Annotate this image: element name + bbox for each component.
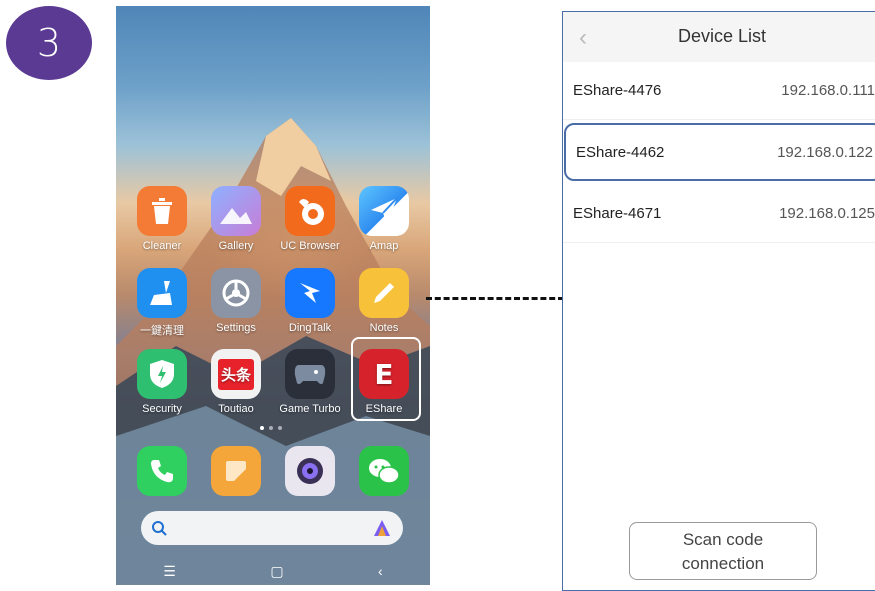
device-list-panel: ‹ Device List EShare-4476 192.168.0.111 …: [562, 11, 875, 591]
app-security[interactable]: Security: [125, 349, 199, 415]
paper-plane-icon: [359, 186, 409, 236]
phone-icon: [137, 446, 187, 496]
dock-wechat[interactable]: [347, 446, 421, 500]
dashed-connector: [426, 297, 564, 300]
dock-phone[interactable]: [125, 446, 199, 500]
page-title: Device List: [677, 26, 767, 46]
phone-home-screen: Cleaner Gallery UC Browser Amap 一鍵清理 Set…: [116, 6, 430, 585]
app-uc-browser[interactable]: UC Browser: [273, 186, 347, 252]
app-notes[interactable]: Notes: [347, 268, 421, 334]
device-ip: 192.168.0.122: [777, 143, 873, 161]
dock-camera[interactable]: [273, 446, 347, 500]
toutiao-icon: 头条: [211, 349, 261, 399]
back-icon[interactable]: ‹: [378, 563, 383, 579]
search-icon: [152, 521, 167, 536]
menu-icon[interactable]: ☰: [163, 563, 176, 580]
app-amap[interactable]: Amap: [347, 186, 421, 252]
trash-icon: [137, 186, 187, 236]
gear-icon: [211, 268, 261, 318]
app-cleaner[interactable]: Cleaner: [125, 186, 199, 252]
gallery-icon: [211, 186, 261, 236]
device-row[interactable]: EShare-4476 192.168.0.111: [563, 62, 875, 120]
squirrel-icon: [285, 186, 335, 236]
dingtalk-icon: [285, 268, 335, 318]
camera-icon: [285, 446, 335, 496]
pencil-icon: [359, 268, 409, 318]
app-toutiao[interactable]: 头条 Toutiao: [199, 349, 273, 415]
search-bar[interactable]: [141, 511, 403, 545]
app-dingtalk[interactable]: DingTalk: [273, 268, 347, 334]
device-ip: 192.168.0.111: [781, 82, 875, 99]
scan-code-connection-button[interactable]: Scan code connection: [629, 522, 817, 580]
assistant-icon: [374, 520, 390, 536]
page-indicator: [260, 426, 282, 430]
device-name: EShare-4462: [576, 143, 665, 161]
notes-icon: [211, 446, 261, 496]
navigation-bar: ☰ ▢ ‹: [116, 557, 430, 585]
broom-icon: [137, 268, 187, 318]
shield-icon: [137, 349, 187, 399]
device-row-selected[interactable]: EShare-4462 192.168.0.122: [564, 123, 875, 181]
eshare-highlight-frame: [351, 337, 421, 421]
device-row[interactable]: EShare-4671 192.168.0.125: [563, 185, 875, 243]
device-name: EShare-4476: [573, 82, 662, 99]
wechat-icon: [359, 446, 409, 496]
app-one-key-clean[interactable]: 一鍵清理: [125, 268, 199, 338]
panel-header: ‹ Device List: [563, 12, 875, 62]
device-name: EShare-4671: [573, 205, 662, 222]
app-gallery[interactable]: Gallery: [199, 186, 273, 252]
step-badge: 3: [6, 6, 92, 80]
gamepad-icon: [285, 349, 335, 399]
app-settings[interactable]: Settings: [199, 268, 273, 334]
app-game-turbo[interactable]: Game Turbo: [273, 349, 347, 415]
device-ip: 192.168.0.125: [779, 205, 875, 222]
home-icon[interactable]: ▢: [270, 563, 283, 580]
dock-notes[interactable]: [199, 446, 273, 500]
